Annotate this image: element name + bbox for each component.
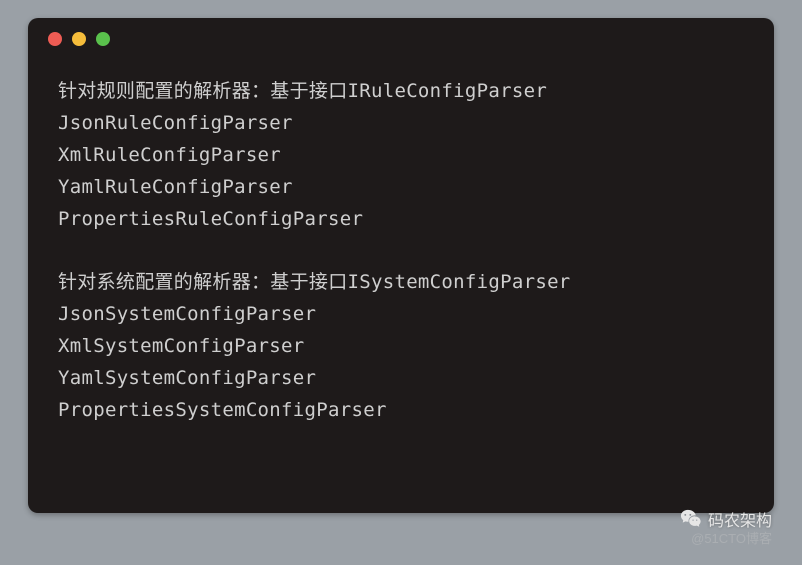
code-line: XmlSystemConfigParser bbox=[58, 331, 744, 363]
blank-line bbox=[58, 236, 744, 268]
maximize-icon[interactable] bbox=[96, 32, 110, 46]
code-line: YamlRuleConfigParser bbox=[58, 172, 744, 204]
watermark-cto: @51CTO博客 bbox=[691, 528, 772, 547]
code-line: XmlRuleConfigParser bbox=[58, 140, 744, 172]
code-line: PropertiesSystemConfigParser bbox=[58, 395, 744, 427]
wechat-icon bbox=[680, 508, 702, 530]
code-line: JsonRuleConfigParser bbox=[58, 108, 744, 140]
code-line: 针对系统配置的解析器：基于接口ISystemConfigParser bbox=[58, 267, 744, 299]
code-line: PropertiesRuleConfigParser bbox=[58, 204, 744, 236]
window-titlebar bbox=[28, 18, 774, 52]
terminal-window: 针对规则配置的解析器：基于接口IRuleConfigParser JsonRul… bbox=[28, 18, 774, 513]
minimize-icon[interactable] bbox=[72, 32, 86, 46]
close-icon[interactable] bbox=[48, 32, 62, 46]
code-line: YamlSystemConfigParser bbox=[58, 363, 744, 395]
code-line: 针对规则配置的解析器：基于接口IRuleConfigParser bbox=[58, 76, 744, 108]
code-content: 针对规则配置的解析器：基于接口IRuleConfigParser JsonRul… bbox=[28, 52, 774, 447]
code-line: JsonSystemConfigParser bbox=[58, 299, 744, 331]
